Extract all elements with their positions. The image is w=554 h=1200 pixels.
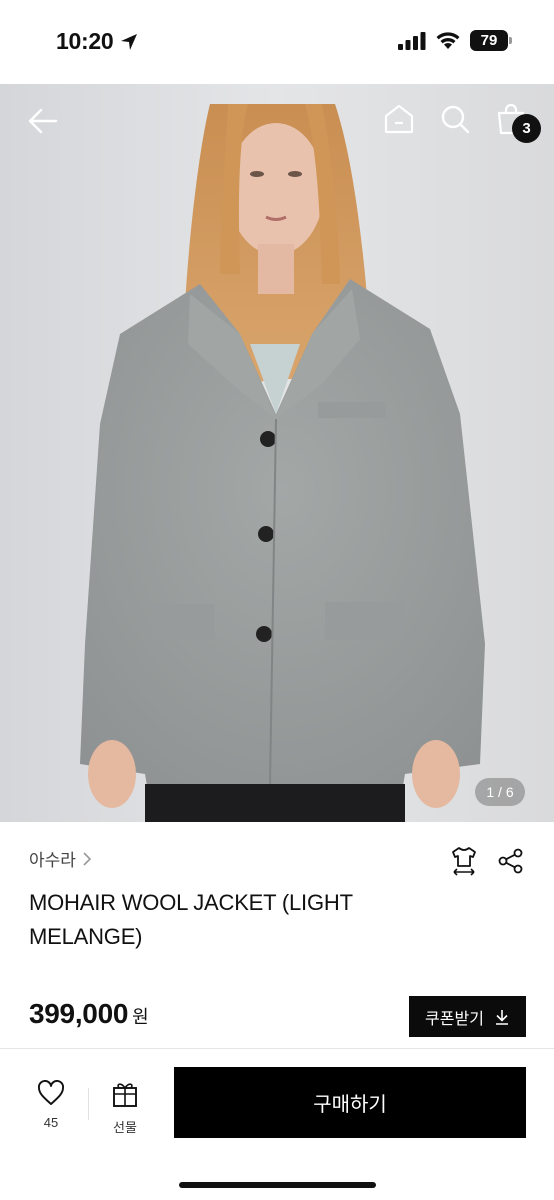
download-icon	[495, 1009, 508, 1025]
battery-level: 79	[480, 32, 498, 49]
chevron-right-icon	[83, 851, 92, 866]
battery-icon: 79	[470, 30, 512, 51]
search-button[interactable]	[436, 100, 474, 138]
status-indicators: 79	[398, 30, 512, 51]
heart-icon	[38, 1080, 64, 1105]
product-image-gallery[interactable]	[0, 84, 554, 822]
product-photo	[0, 84, 554, 822]
home-indicator	[179, 1182, 376, 1188]
status-time: 10:20	[56, 28, 114, 54]
product-actions	[450, 846, 524, 881]
size-guide-button[interactable]	[450, 846, 478, 881]
coupon-button[interactable]: 쿠폰받기	[409, 996, 526, 1037]
signal-icon	[398, 31, 426, 50]
back-button[interactable]	[24, 102, 62, 140]
size-guide-icon	[452, 847, 476, 876]
home-icon	[384, 104, 414, 134]
home-button[interactable]	[380, 100, 418, 138]
back-arrow-icon	[28, 108, 58, 134]
gallery-pager: 1 / 6	[475, 778, 525, 806]
buy-button[interactable]: 구매하기	[174, 1067, 526, 1138]
share-button[interactable]	[498, 848, 524, 879]
gift-icon	[113, 1083, 137, 1107]
wifi-icon	[436, 32, 460, 49]
coupon-label: 쿠폰받기	[425, 1010, 484, 1028]
cart-count-badge: 3	[512, 114, 541, 143]
share-icon	[498, 848, 523, 874]
like-button[interactable]: 45	[30, 1080, 72, 1130]
product-title: MOHAIR WOOL JACKET (LIGHT MELANGE)	[29, 890, 353, 949]
gift-label: 선물	[113, 1120, 137, 1135]
like-count: 45	[43, 1115, 59, 1130]
bottom-divider	[88, 1088, 89, 1120]
price-unit: 원	[132, 1007, 149, 1027]
location-arrow-icon	[121, 33, 138, 50]
search-icon	[441, 105, 470, 134]
gift-button[interactable]: 선물	[104, 1080, 146, 1136]
price-row: 399,000 원	[29, 998, 149, 1030]
status-bar: 10:20 79	[0, 0, 554, 84]
brand-link[interactable]: 아수라	[29, 846, 92, 871]
brand-name: 아수라	[29, 851, 76, 870]
status-time-group: 10:20	[56, 28, 139, 55]
product-price: 399,000	[29, 998, 129, 1029]
